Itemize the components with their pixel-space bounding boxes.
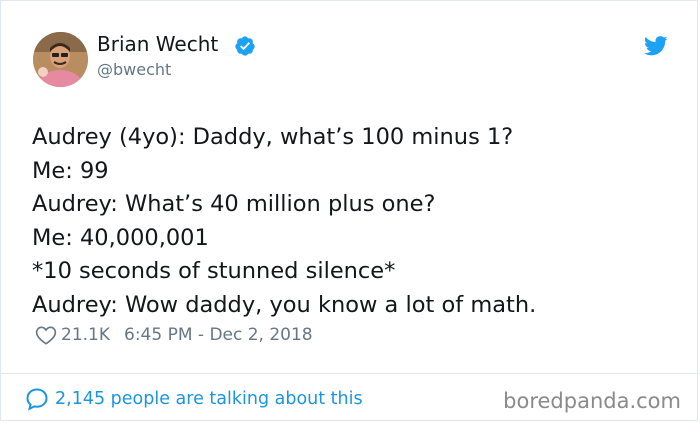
tweet-line: Me: 99 [32, 157, 109, 184]
watermark: boredpanda.com [503, 389, 681, 413]
tweet-text: Audrey (4yo): Daddy, what’s 100 minus 1?… [32, 121, 536, 322]
tweet-line: Me: 40,000,001 [32, 224, 209, 251]
twitter-bird-icon[interactable] [644, 36, 668, 56]
heart-icon[interactable] [35, 325, 57, 345]
tweet-meta: 21.1K 6:45 PM - Dec 2, 2018 [35, 322, 313, 348]
talking-about-text[interactable]: 2,145 people are talking about this [55, 389, 363, 409]
verified-badge-icon [235, 36, 255, 56]
tweet-line: Audrey: Wow daddy, you know a lot of mat… [32, 291, 537, 318]
author-handle[interactable]: @bwecht [97, 60, 171, 79]
avatar[interactable] [33, 32, 88, 87]
tweet-card: Brian Wecht @bwecht Audrey (4yo): Daddy,… [0, 0, 699, 421]
like-count[interactable]: 21.1K [61, 325, 110, 345]
divider [1, 373, 699, 374]
tweet-line: Audrey (4yo): Daddy, what’s 100 minus 1? [32, 124, 514, 150]
tweet-timestamp[interactable]: 6:45 PM - Dec 2, 2018 [124, 325, 313, 345]
tweet-line: *10 seconds of stunned silence* [32, 258, 396, 284]
author-name[interactable]: Brian Wecht [97, 32, 218, 56]
tweet-line: Audrey: What’s 40 million plus one? [32, 191, 436, 217]
talking-about-link[interactable]: 2,145 people are talking about this [25, 387, 363, 411]
comment-bubble-icon [26, 388, 48, 411]
